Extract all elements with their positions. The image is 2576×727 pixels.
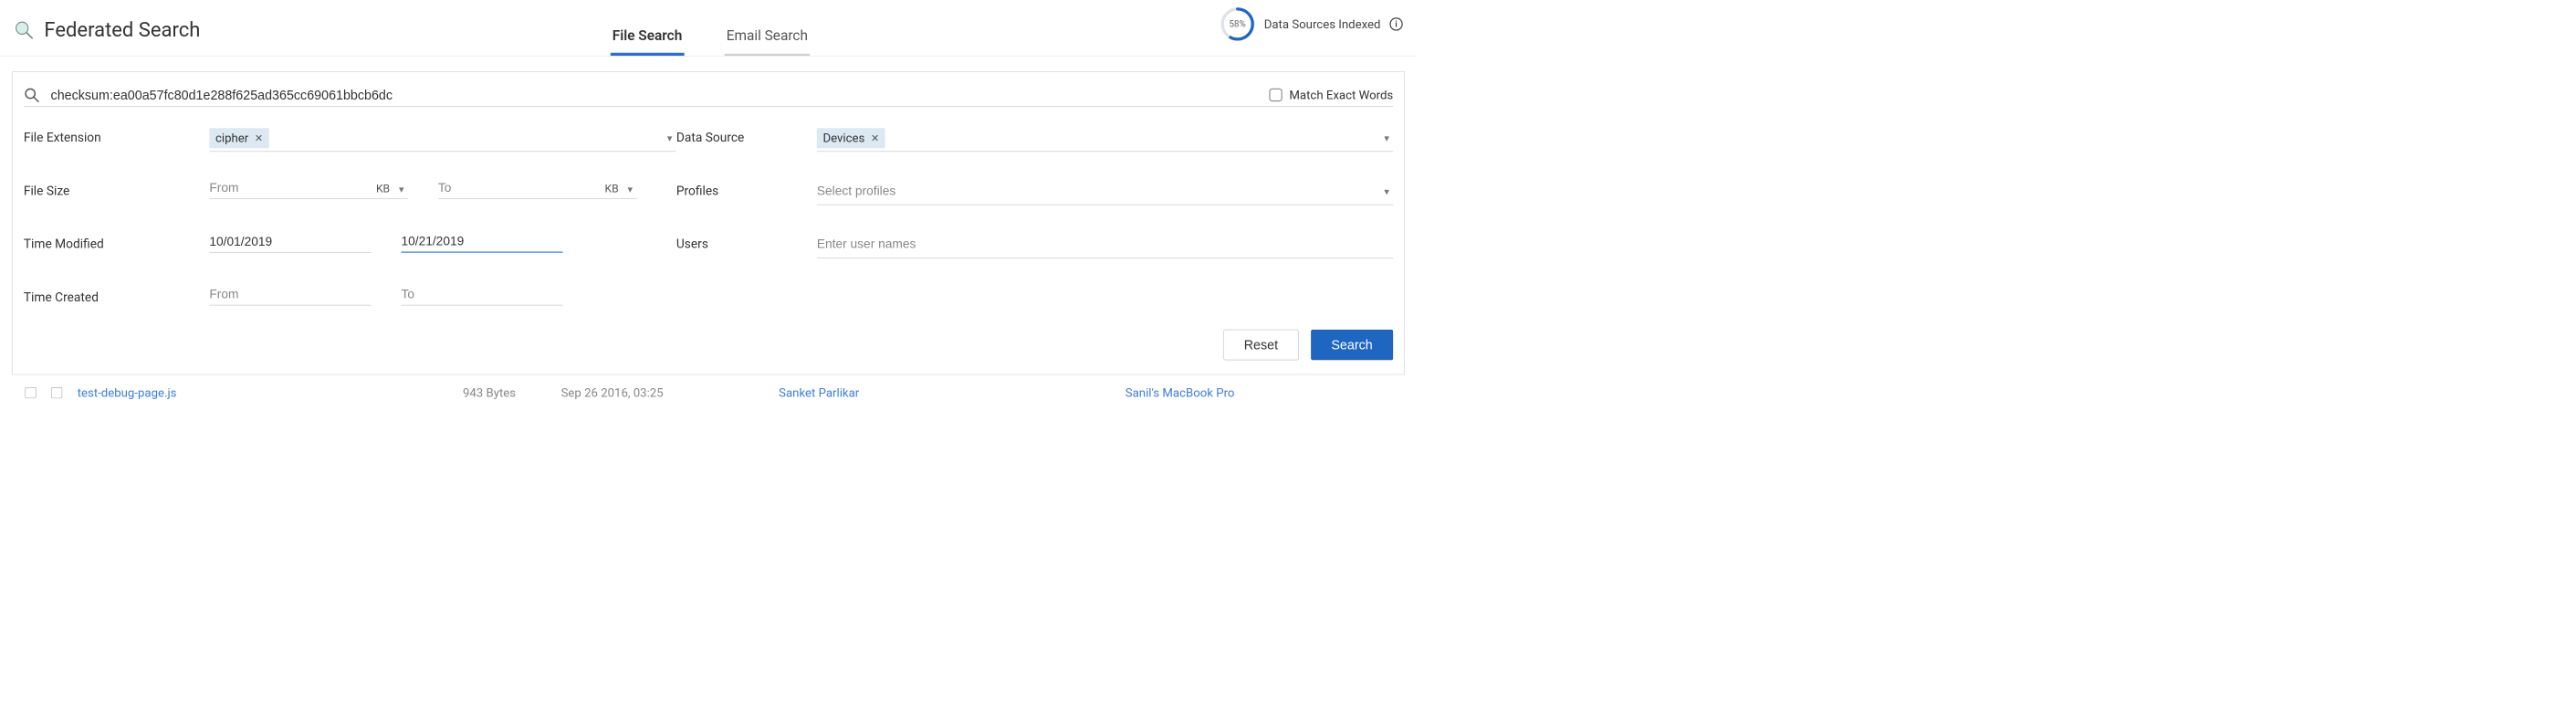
tab-email-search[interactable]: Email Search bbox=[724, 24, 810, 56]
search-input[interactable] bbox=[51, 87, 1259, 102]
profiles-input[interactable]: ▾ bbox=[817, 181, 1393, 205]
chip-label: cipher bbox=[215, 131, 248, 144]
chevron-down-icon[interactable]: ▾ bbox=[1380, 185, 1393, 197]
chevron-down-icon[interactable]: ▾ bbox=[1380, 132, 1393, 143]
chevron-down-icon[interactable]: ▾ bbox=[623, 184, 636, 195]
file-size-from-input[interactable] bbox=[209, 181, 371, 195]
search-panel: Match Exact Words File Extension cipher … bbox=[12, 71, 1405, 374]
chevron-down-icon[interactable]: ▾ bbox=[664, 132, 676, 143]
label-profiles: Profiles bbox=[676, 181, 817, 198]
row-checkbox[interactable] bbox=[51, 387, 62, 398]
result-user[interactable]: Sanket Parlikar bbox=[779, 385, 859, 399]
profiles-field[interactable] bbox=[817, 184, 1380, 198]
label-data-source: Data Source bbox=[676, 128, 817, 145]
data-source-input[interactable]: Devices ✕ ▾ bbox=[817, 128, 1393, 152]
label-users: Users bbox=[676, 234, 817, 251]
chip-label: Devices bbox=[822, 131, 864, 144]
file-size-to-input[interactable] bbox=[438, 181, 600, 195]
result-size: 943 Bytes bbox=[463, 385, 516, 399]
search-row: Match Exact Words bbox=[24, 87, 1393, 106]
result-date: Sep 26 2016, 03:25 bbox=[561, 385, 664, 399]
index-progress-ring: 58% bbox=[1220, 6, 1255, 42]
file-size-to-unit: KB bbox=[605, 183, 619, 195]
file-extension-input[interactable]: cipher ✕ ▾ bbox=[209, 128, 676, 152]
file-size-from-unit: KB bbox=[376, 183, 390, 195]
search-button[interactable]: Search bbox=[1311, 330, 1393, 361]
result-filename[interactable]: test-debug-page.js bbox=[78, 385, 177, 399]
panel-actions: Reset Search bbox=[24, 330, 1393, 361]
time-created-from-input[interactable] bbox=[209, 288, 371, 302]
time-modified-from-input[interactable] bbox=[209, 235, 371, 249]
info-icon[interactable]: i bbox=[1389, 17, 1402, 30]
label-file-size: File Size bbox=[24, 181, 210, 198]
result-row[interactable]: test-debug-page.js 943 Bytes Sep 26 2016… bbox=[0, 385, 1417, 399]
search-icon bbox=[14, 20, 34, 40]
filter-grid: File Extension cipher ✕ ▾ Data Source De… bbox=[24, 128, 1393, 306]
label-time-modified: Time Modified bbox=[24, 234, 210, 251]
time-created-to-input[interactable] bbox=[401, 288, 562, 302]
chip-data-source: Devices ✕ bbox=[817, 128, 885, 148]
header-left: Federated Search bbox=[14, 18, 200, 56]
time-created-to[interactable] bbox=[401, 288, 562, 306]
header-right: 58% Data Sources Indexed i bbox=[1220, 6, 1402, 56]
time-modified-to-input[interactable] bbox=[401, 234, 562, 248]
index-progress-pct: 58% bbox=[1220, 6, 1255, 42]
file-size-to[interactable]: KB ▾ bbox=[438, 181, 637, 199]
row-checkbox[interactable] bbox=[26, 387, 37, 398]
match-exact-checkbox[interactable] bbox=[1269, 89, 1282, 101]
match-exact-label: Match Exact Words bbox=[1289, 88, 1393, 101]
time-modified-fields bbox=[209, 234, 676, 252]
result-device[interactable]: Sanil's MacBook Pro bbox=[1126, 385, 1235, 399]
reset-button[interactable]: Reset bbox=[1223, 330, 1298, 361]
search-icon bbox=[24, 87, 40, 103]
time-created-fields bbox=[209, 288, 676, 306]
time-created-from[interactable] bbox=[209, 288, 371, 306]
time-modified-from[interactable] bbox=[209, 234, 371, 252]
page-title: Federated Search bbox=[44, 18, 200, 42]
header-tabs: File Search Email Search bbox=[611, 24, 811, 56]
match-exact-words: Match Exact Words bbox=[1269, 88, 1393, 101]
label-time-created: Time Created bbox=[24, 288, 210, 305]
time-modified-to[interactable] bbox=[401, 234, 562, 252]
chip-file-extension: cipher ✕ bbox=[209, 128, 268, 148]
page-header: Federated Search File Search Email Searc… bbox=[0, 0, 1417, 57]
label-file-extension: File Extension bbox=[24, 128, 210, 145]
file-size-from[interactable]: KB ▾ bbox=[209, 181, 408, 199]
file-size-fields: KB ▾ KB ▾ bbox=[209, 181, 676, 199]
chip-remove-icon[interactable]: ✕ bbox=[255, 132, 263, 143]
users-field[interactable] bbox=[817, 237, 1393, 252]
tab-file-search[interactable]: File Search bbox=[611, 24, 685, 56]
indexed-label: Data Sources Indexed bbox=[1264, 17, 1381, 31]
users-input[interactable] bbox=[817, 234, 1393, 258]
chevron-down-icon[interactable]: ▾ bbox=[395, 184, 408, 195]
chip-remove-icon[interactable]: ✕ bbox=[871, 132, 879, 143]
